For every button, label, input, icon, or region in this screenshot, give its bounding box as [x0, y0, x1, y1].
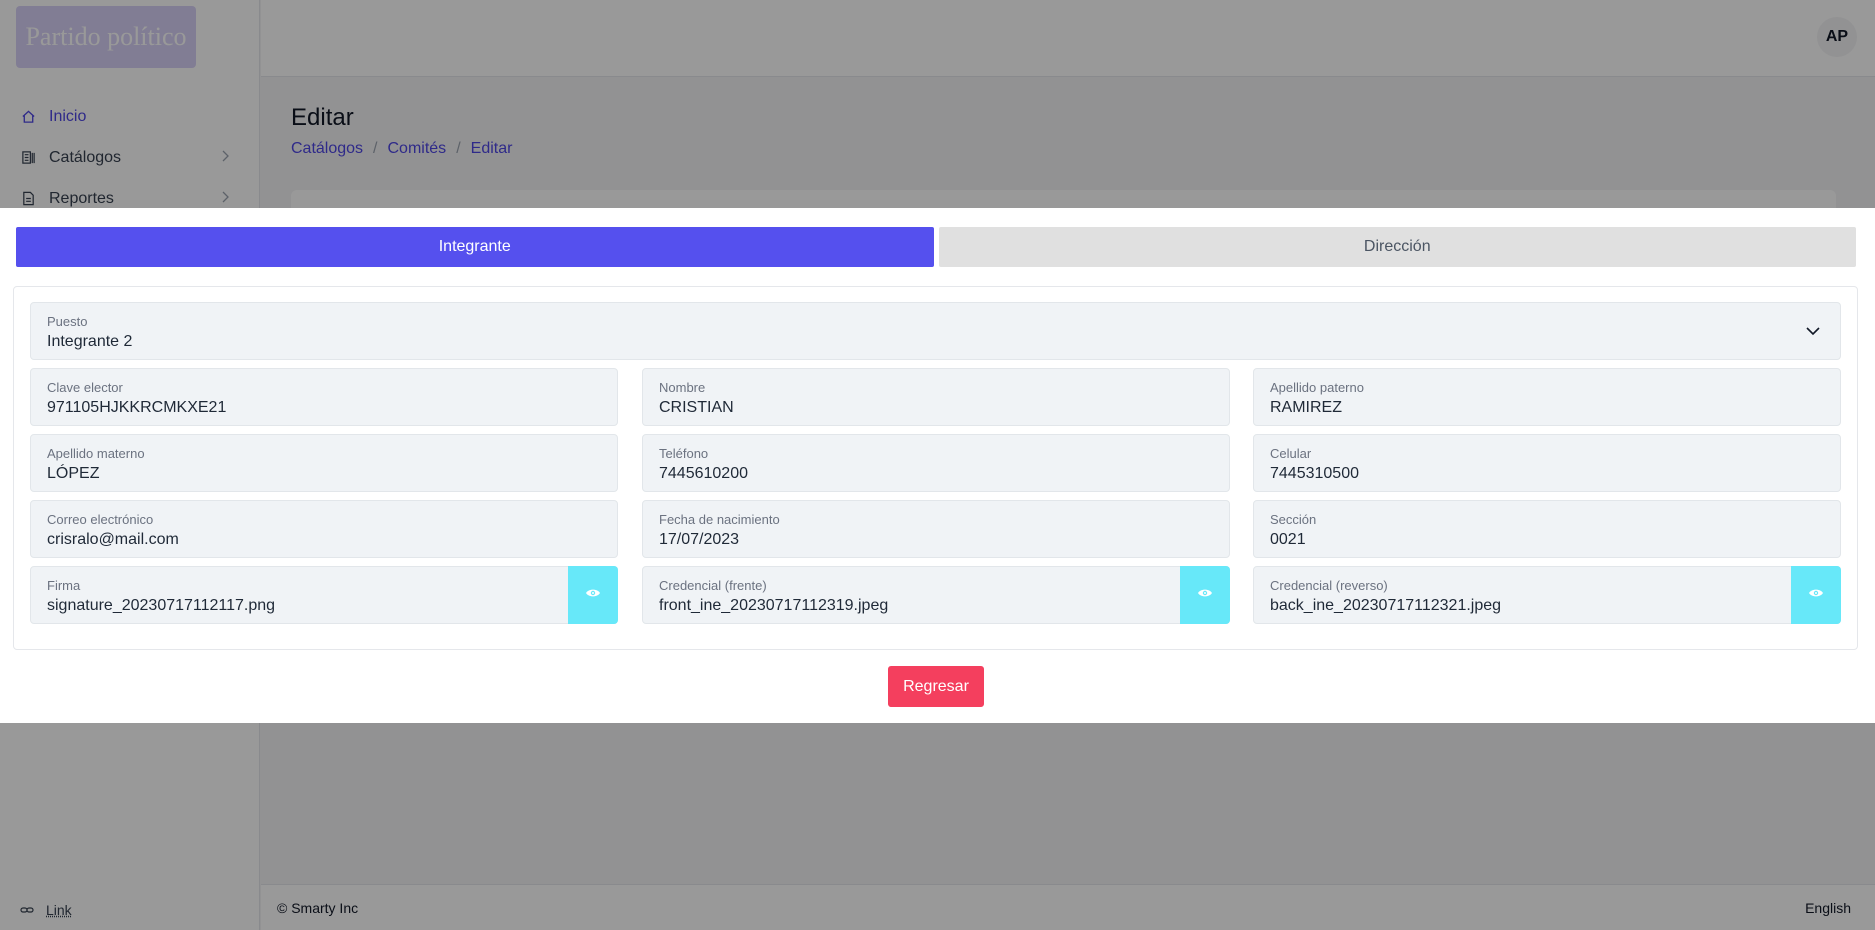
field-value: signature_20230717112117.png: [47, 597, 276, 614]
telefono-field[interactable]: Teléfono 7445610200: [642, 434, 1230, 492]
eye-icon: [585, 586, 601, 604]
field-value: front_ine_20230717112319.jpeg: [659, 597, 889, 614]
credencial-frente-file-field[interactable]: Credencial (frente) front_ine_2023071711…: [642, 566, 1230, 624]
field-value: back_ine_20230717112321.jpeg: [1270, 597, 1502, 614]
field-value: Integrante 2: [47, 333, 133, 350]
correo-field[interactable]: Correo electrónico crisralo@mail.com: [30, 500, 618, 558]
field-value: RAMIREZ: [1270, 399, 1342, 416]
field-value: LÓPEZ: [47, 465, 100, 482]
field-label: Credencial (frente): [659, 578, 767, 593]
field-label: Clave elector: [47, 380, 123, 395]
field-label: Apellido paterno: [1270, 380, 1364, 395]
field-value: crisralo@mail.com: [47, 531, 179, 548]
fecha-nacimiento-field[interactable]: Fecha de nacimiento 17/07/2023: [642, 500, 1230, 558]
apellido-paterno-field[interactable]: Apellido paterno RAMIREZ: [1253, 368, 1841, 426]
eye-icon: [1197, 586, 1213, 604]
eye-icon: [1808, 586, 1824, 604]
celular-field[interactable]: Celular 7445310500: [1253, 434, 1841, 492]
field-value: 7445310500: [1270, 465, 1359, 482]
member-form: Puesto Integrante 2 Clave elector 971105…: [13, 286, 1858, 650]
field-value: 7445610200: [659, 465, 748, 482]
field-value: CRISTIAN: [659, 399, 734, 416]
chevron-down-icon: [1804, 322, 1822, 340]
edit-member-modal: Integrante Dirección Puesto Integrante 2…: [0, 208, 1875, 723]
field-value: 17/07/2023: [659, 531, 740, 548]
field-value: 0021: [1270, 531, 1306, 548]
field-label: Sección: [1270, 512, 1317, 527]
field-label: Correo electrónico: [47, 512, 154, 527]
seccion-field[interactable]: Sección 0021: [1253, 500, 1841, 558]
credencial-reverso-file-field[interactable]: Credencial (reverso) back_ine_2023071711…: [1253, 566, 1841, 624]
nombre-field[interactable]: Nombre CRISTIAN: [642, 368, 1230, 426]
field-label: Firma: [47, 578, 81, 593]
field-label: Fecha de nacimiento: [659, 512, 780, 527]
apellido-materno-field[interactable]: Apellido materno LÓPEZ: [30, 434, 618, 492]
field-label: Teléfono: [659, 446, 709, 461]
tab-direccion[interactable]: Dirección: [938, 227, 1856, 267]
tab-integrante[interactable]: Integrante: [16, 227, 934, 267]
modal-tabs: Integrante Dirección: [16, 227, 1856, 267]
field-label: Credencial (reverso): [1270, 578, 1388, 593]
field-label: Nombre: [659, 380, 706, 395]
clave-elector-field[interactable]: Clave elector 971105HJKKRCMKXE21: [30, 368, 618, 426]
firma-file-field[interactable]: Firma signature_20230717112117.png: [30, 566, 618, 624]
field-value: 971105HJKKRCMKXE21: [47, 399, 227, 416]
puesto-select[interactable]: Puesto Integrante 2: [30, 302, 1841, 360]
field-label: Celular: [1270, 446, 1312, 461]
view-firma-button[interactable]: [568, 566, 618, 624]
field-label: Apellido materno: [47, 446, 145, 461]
regresar-button[interactable]: Regresar: [888, 666, 984, 707]
field-label: Puesto: [47, 314, 88, 329]
view-credencial-frente-button[interactable]: [1180, 566, 1230, 624]
view-credencial-reverso-button[interactable]: [1791, 566, 1841, 624]
